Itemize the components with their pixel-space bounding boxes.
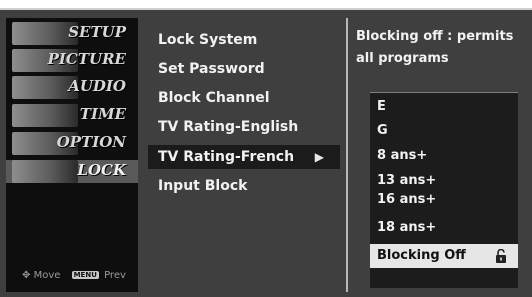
rating-option-label: 18 ans+ — [377, 220, 437, 235]
menu-item-label: SETUP — [68, 23, 126, 41]
menu-item-picture[interactable]: PICTURE — [6, 49, 138, 72]
info-text: Blocking off : permits all programs — [356, 29, 514, 66]
menu-item-label: LOCK — [77, 161, 126, 179]
submenu-item-block-channel[interactable]: Block Channel — [148, 86, 340, 110]
rating-options-list: E G 8 ans+ 13 ans+ 16 ans+ 18 ans+ Block… — [370, 92, 518, 288]
rating-option-e[interactable]: E — [377, 99, 511, 114]
rating-option-16-ans[interactable]: 16 ans+ — [377, 192, 511, 207]
menu-item-label: OPTION — [56, 133, 126, 151]
menu-item-label: TIME — [79, 105, 126, 123]
menu-key-icon: MENU — [71, 271, 99, 279]
rating-option-label: G — [377, 123, 388, 138]
submenu-item-label: Lock System — [158, 32, 258, 48]
rating-option-label: Blocking Off — [377, 248, 466, 263]
unlock-icon — [496, 249, 506, 263]
rating-option-label: 16 ans+ — [377, 192, 437, 207]
submenu-item-tv-rating-french[interactable]: TV Rating-French ▶ — [148, 145, 340, 169]
lock-thumbnail — [12, 160, 78, 183]
right-arrow-icon: ▶ — [314, 150, 324, 164]
rating-panel: Blocking off : permits all programs E G … — [350, 18, 532, 292]
submenu-item-label: Block Channel — [158, 90, 270, 106]
menu-item-time[interactable]: TIME — [6, 104, 138, 127]
menu-item-audio[interactable]: AUDIO — [6, 76, 138, 99]
rating-option-blocking-off[interactable]: Blocking Off — [370, 244, 518, 268]
move-icon: ✥ — [22, 270, 31, 281]
rating-option-label: E — [377, 99, 386, 114]
top-border — [0, 8, 532, 10]
rating-option-g[interactable]: G — [377, 123, 511, 138]
move-label: Move — [33, 270, 61, 281]
submenu-item-label: TV Rating-French — [158, 149, 295, 165]
menu-item-label: PICTURE — [47, 50, 126, 68]
submenu-item-set-password[interactable]: Set Password — [148, 57, 340, 81]
menu-item-option[interactable]: OPTION — [6, 132, 138, 155]
lock-submenu: Lock System Set Password Block Channel T… — [142, 18, 348, 292]
menu-item-setup[interactable]: SETUP — [6, 22, 138, 45]
menu-item-label: AUDIO — [68, 77, 126, 95]
rating-option-label: 8 ans+ — [377, 148, 428, 163]
time-thumbnail — [12, 104, 78, 127]
submenu-item-input-block[interactable]: Input Block — [148, 174, 340, 198]
submenu-item-label: TV Rating-English — [158, 119, 299, 135]
rating-option-13-ans[interactable]: 13 ans+ — [377, 173, 511, 188]
rating-option-8-ans[interactable]: 8 ans+ — [377, 148, 511, 163]
menu-item-lock[interactable]: LOCK — [6, 160, 138, 183]
help-bar: ✥ Move MENU Prev — [22, 270, 126, 281]
submenu-item-tv-rating-english[interactable]: TV Rating-English — [148, 115, 340, 139]
main-menu: SETUP PICTURE AUDIO TIME OPTION LOCK ✥ M… — [6, 18, 138, 292]
submenu-item-label: Input Block — [158, 178, 248, 194]
rating-option-label: 13 ans+ — [377, 173, 437, 188]
prev-label: Prev — [104, 270, 126, 281]
rating-option-18-ans[interactable]: 18 ans+ — [377, 220, 511, 235]
submenu-item-label: Set Password — [158, 61, 265, 77]
submenu-item-lock-system[interactable]: Lock System — [148, 28, 340, 52]
